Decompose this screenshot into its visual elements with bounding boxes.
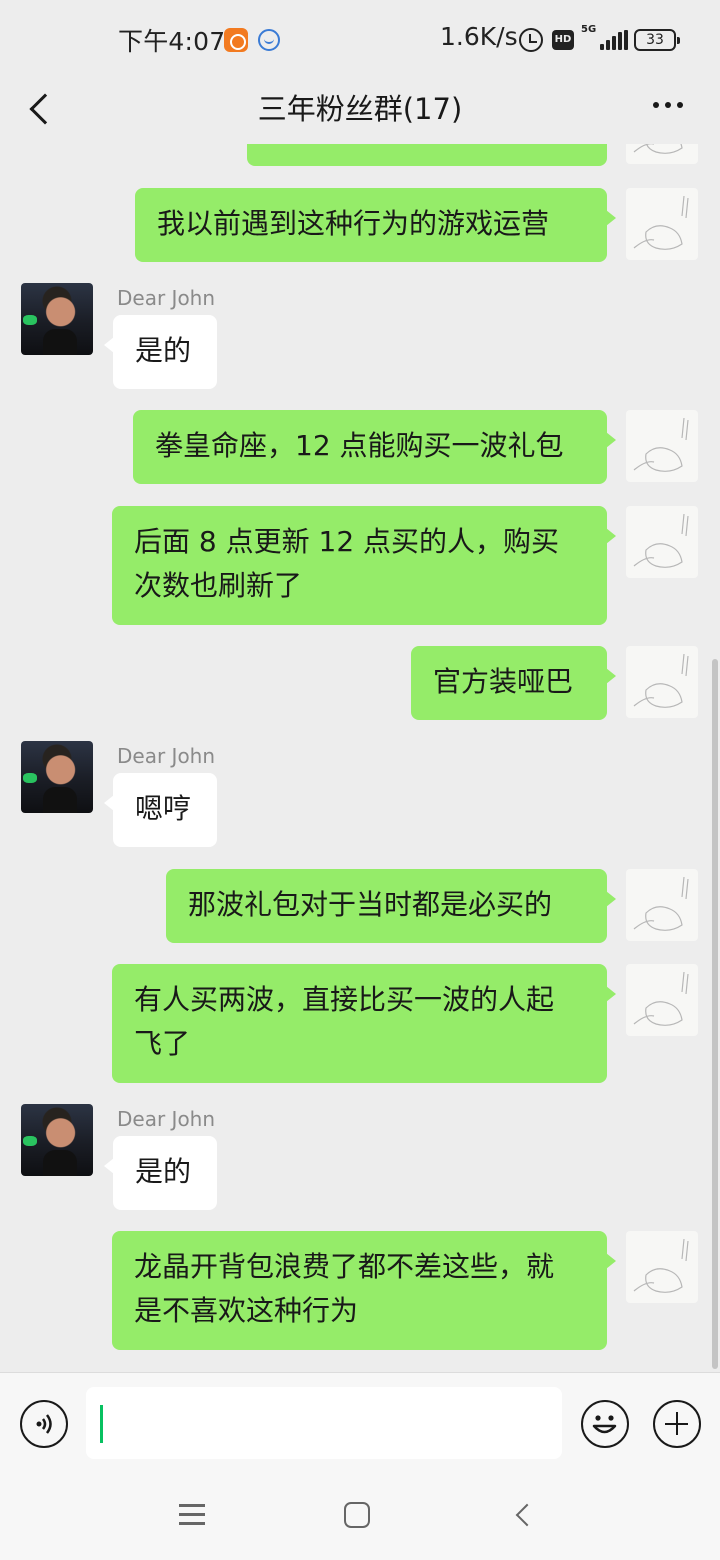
my-avatar[interactable] xyxy=(626,964,698,1036)
sender-name: Dear John xyxy=(117,744,216,768)
status-bar: 下午4:07 1.6K/s HD 5G 33 xyxy=(0,0,720,78)
my-avatar[interactable] xyxy=(626,869,698,941)
more-dots-icon[interactable] xyxy=(648,92,688,122)
system-navigation xyxy=(0,1472,720,1560)
contact-avatar[interactable] xyxy=(21,283,93,355)
message-input[interactable] xyxy=(86,1387,562,1459)
contact-avatar[interactable] xyxy=(21,741,93,813)
input-bar xyxy=(0,1372,720,1472)
my-avatar[interactable] xyxy=(626,1231,698,1303)
my-avatar[interactable] xyxy=(626,188,698,260)
message-bubble-outgoing[interactable]: 官方装哑巴 xyxy=(411,646,616,720)
message-bubble-incoming[interactable]: 嗯哼 xyxy=(104,773,217,847)
signal-icon xyxy=(600,30,628,50)
message-bubble-outgoing[interactable]: 那波礼包对于当时都是必买的 xyxy=(166,869,616,943)
alarm-icon xyxy=(519,28,543,52)
message-bubble-outgoing[interactable] xyxy=(247,144,607,166)
chat-header: 三年粉丝群(17) xyxy=(0,78,720,144)
my-avatar[interactable] xyxy=(626,144,698,164)
battery-icon: 33 xyxy=(634,29,680,51)
scrollbar[interactable] xyxy=(712,659,718,1369)
hd-icon: HD xyxy=(552,30,574,50)
chat-title: 三年粉丝群(17) xyxy=(257,92,463,126)
message-bubble-incoming[interactable]: 是的 xyxy=(104,1136,217,1210)
message-bubble-outgoing[interactable]: 拳皇命座，12 点能购买一波礼包 xyxy=(133,410,616,484)
plus-icon[interactable] xyxy=(653,1400,701,1448)
my-avatar[interactable] xyxy=(626,506,698,578)
status-time: 下午4:07 xyxy=(118,27,226,56)
network-type: 5G xyxy=(581,24,597,35)
chat-app-icon xyxy=(258,29,280,51)
message-bubble-outgoing[interactable]: 我以前遇到这种行为的游戏运营 xyxy=(135,188,616,262)
home-icon[interactable] xyxy=(344,1502,370,1528)
chevron-left-icon[interactable] xyxy=(18,84,58,134)
sender-name: Dear John xyxy=(117,1107,216,1131)
voice-icon[interactable] xyxy=(20,1400,68,1448)
menu-icon[interactable] xyxy=(179,1502,207,1526)
network-speed: 1.6K/s xyxy=(440,22,518,51)
emoji-icon[interactable] xyxy=(581,1400,629,1448)
back-icon[interactable] xyxy=(512,1502,536,1530)
my-avatar[interactable] xyxy=(626,410,698,482)
my-avatar[interactable] xyxy=(626,646,698,718)
uc-browser-icon xyxy=(224,28,248,52)
contact-avatar[interactable] xyxy=(21,1104,93,1176)
message-bubble-outgoing[interactable]: 有人买两波，直接比买一波的人起 飞了 xyxy=(112,964,616,1083)
message-bubble-outgoing[interactable]: 后面 8 点更新 12 点买的人，购买 次数也刷新了 xyxy=(112,506,616,625)
message-bubble-incoming[interactable]: 是的 xyxy=(104,315,217,389)
text-caret xyxy=(100,1405,103,1443)
message-bubble-outgoing[interactable]: 龙晶开背包浪费了都不差这些，就 是不喜欢这种行为 xyxy=(112,1231,616,1350)
message-list[interactable]: 我以前遇到这种行为的游戏运营 Dear John 是的 拳皇命座，12 点能购买… xyxy=(0,144,720,1372)
sender-name: Dear John xyxy=(117,286,216,310)
